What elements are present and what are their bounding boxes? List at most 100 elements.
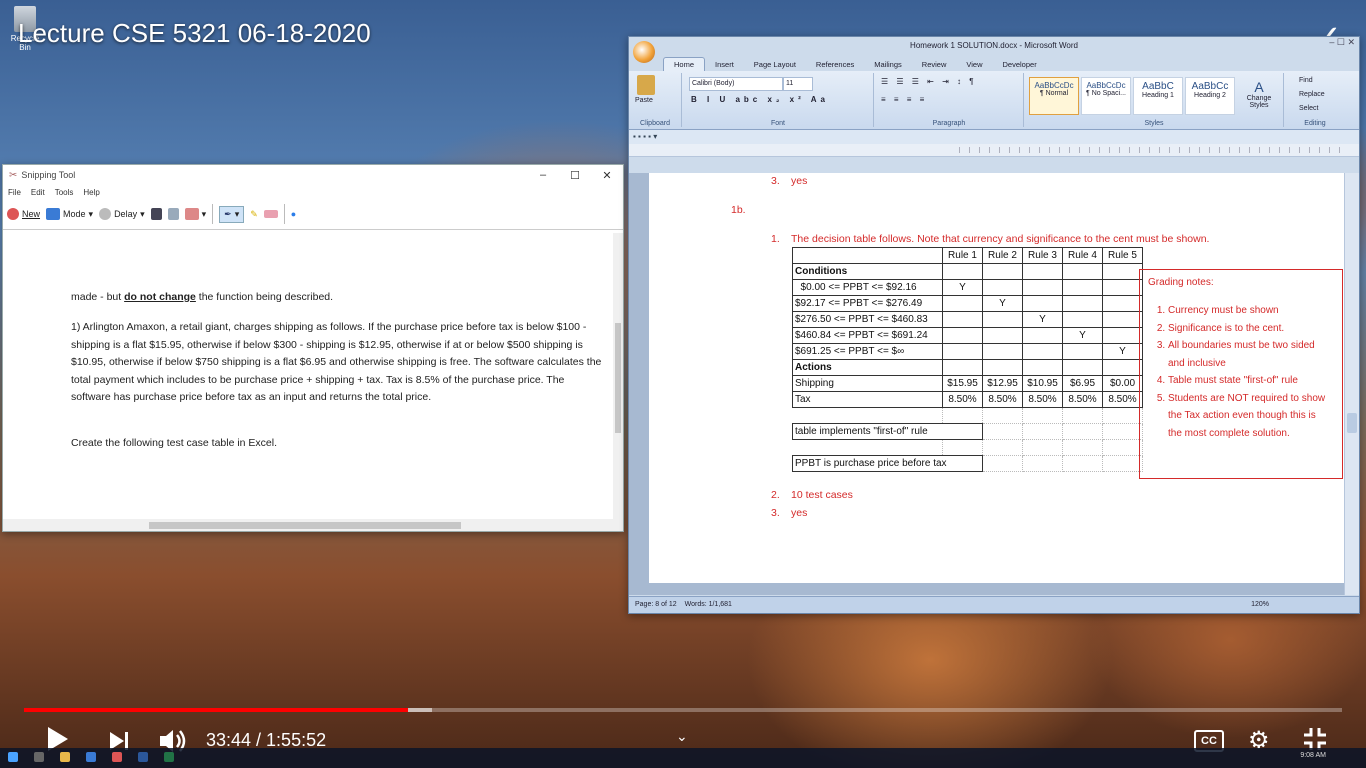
table-header: Rule 3 (1022, 247, 1063, 264)
search-icon[interactable] (34, 752, 44, 762)
table-cell (942, 327, 983, 344)
close-button[interactable]: ✕ (591, 169, 623, 182)
mode-button[interactable]: Mode ▾ (46, 208, 93, 220)
list-number: 3. (771, 507, 780, 519)
style-no-spacing[interactable]: AaBbCcDc ¶ No Spaci... (1081, 77, 1131, 115)
replace-button[interactable]: Replace (1299, 91, 1325, 98)
minimize-button[interactable]: – (527, 169, 559, 182)
status-words[interactable]: Words: 1/1,681 (685, 601, 732, 608)
table-row: Conditions (792, 263, 1143, 280)
font-name-select[interactable]: Calibri (Body) (689, 77, 783, 91)
tab-insert[interactable]: Insert (705, 58, 744, 71)
video-progress-bar[interactable] (24, 708, 1342, 712)
condition-label: $0.00 <= PPBT <= $92.16 (792, 279, 943, 296)
save-snip-button[interactable] (150, 208, 162, 220)
font-size-select[interactable]: 11 (783, 77, 813, 91)
grading-notes-box: Grading notes: Currency must be shown Si… (1139, 269, 1343, 479)
table-cell (1022, 295, 1063, 312)
new-snip-button[interactable]: New (7, 208, 40, 220)
excel-taskbar-icon[interactable] (164, 752, 174, 762)
table-row: $691.25 <= PPBT <= $∞ Y (792, 343, 1143, 360)
new-snip-icon (7, 208, 19, 220)
tab-view[interactable]: View (956, 58, 992, 71)
tab-review[interactable]: Review (912, 58, 957, 71)
eraser-button[interactable] (263, 210, 278, 218)
delay-button[interactable]: Delay ▾ (99, 208, 145, 220)
editing-group: Find Replace Select Editing (1299, 77, 1326, 127)
menu-edit[interactable]: Edit (31, 188, 45, 197)
paint3d-button[interactable]: ● (291, 209, 296, 219)
table-cell (1022, 343, 1063, 360)
tab-developer[interactable]: Developer (993, 58, 1047, 71)
list-number: 1. (771, 233, 780, 245)
grading-item: Significance is to the cent. (1168, 320, 1332, 338)
align-buttons[interactable]: ≡ ≡ ≡ ≡ (881, 95, 927, 104)
maximize-button[interactable]: ☐ (559, 169, 591, 182)
change-styles-button[interactable]: A Change Styles (1241, 79, 1277, 109)
zoom-level[interactable]: 120% (1251, 597, 1269, 613)
style-normal[interactable]: AaBbCcDc ¶ Normal (1029, 77, 1079, 115)
status-page[interactable]: Page: 8 of 12 (635, 601, 677, 608)
paste-icon[interactable] (637, 75, 655, 95)
start-icon[interactable] (8, 752, 18, 762)
quick-access-toolbar[interactable]: ▪ ▪ ▪ ▪ ▾ (629, 130, 1359, 144)
table-cell (1062, 295, 1103, 312)
table-cell (982, 311, 1023, 328)
table-cell: $12.95 (982, 375, 1023, 392)
condition-label: $460.84 <= PPBT <= $691.24 (792, 327, 943, 344)
snip-horizontal-scrollbar[interactable] (3, 519, 623, 531)
taskbar-clock: 9:08 AM (1300, 752, 1326, 759)
tab-mailings[interactable]: Mailings (864, 58, 912, 71)
change-styles-icon: A (1254, 79, 1264, 95)
ribbon: Paste Clipboard Calibri (Body) 11 B I U … (629, 71, 1359, 130)
menu-help[interactable]: Help (83, 188, 99, 197)
tab-page-layout[interactable]: Page Layout (744, 58, 806, 71)
table-cell (1062, 311, 1103, 328)
snip-vertical-scrollbar[interactable] (613, 233, 623, 519)
tab-references[interactable]: References (806, 58, 864, 71)
table-cell: Y (1102, 343, 1143, 360)
file-explorer-icon[interactable] (60, 752, 70, 762)
paragraph-buttons[interactable]: ☰ ☰ ☰ ⇤ ⇥ ↕ ¶ (881, 77, 977, 86)
decision-table: Rule 1 Rule 2 Rule 3 Rule 4 Rule 5 Condi… (792, 247, 1143, 472)
pen-button[interactable]: ✒ ▾ (219, 205, 245, 223)
select-button[interactable]: Select (1299, 105, 1318, 112)
table-row: table implements "first-of" rule (792, 423, 1143, 440)
scissors-icon: ✂ (9, 169, 18, 181)
ruler[interactable] (629, 144, 1359, 157)
style-heading-2[interactable]: AaBbCc Heading 2 (1185, 77, 1235, 115)
table-cell: $0.00 (1102, 375, 1143, 392)
font-format-buttons[interactable]: B I U abc x₂ x² Aa (691, 95, 829, 104)
find-button[interactable]: Find (1299, 77, 1313, 84)
table-cell: $10.95 (1022, 375, 1063, 392)
word-taskbar-icon[interactable] (138, 752, 148, 762)
table-header: Rule 1 (942, 247, 983, 264)
clock-icon (99, 208, 112, 220)
word-window: Homework 1 SOLUTION.docx - Microsoft Wor… (628, 36, 1360, 614)
grading-item: Students are NOT required to show the Ta… (1168, 390, 1332, 443)
send-snip-button[interactable]: ▾ (184, 208, 206, 220)
table-row: Shipping $15.95 $12.95 $10.95 $6.95 $0.0… (792, 375, 1143, 392)
word-vertical-scrollbar[interactable] (1344, 173, 1359, 595)
menu-tools[interactable]: Tools (55, 188, 74, 197)
paste-button[interactable]: Paste (635, 97, 653, 104)
table-cell: $6.95 (1062, 375, 1103, 392)
word-window-controls[interactable]: – ☐ ✕ (1329, 37, 1355, 48)
taskbar-app-icon[interactable] (112, 752, 122, 762)
taskbar-app-icon[interactable] (86, 752, 96, 762)
table-row: Tax 8.50% 8.50% 8.50% 8.50% 8.50% (792, 391, 1143, 408)
office-button-icon[interactable] (633, 41, 655, 63)
table-cell: 8.50% (1062, 391, 1103, 408)
document-area: 3. yes 1b. 1. The decision table follows… (629, 173, 1345, 595)
copy-button[interactable] (167, 208, 179, 220)
highlighter-button[interactable]: ✎ (250, 209, 258, 220)
chevron-down-icon[interactable]: ⌄ (676, 728, 688, 745)
table-cell (1062, 279, 1103, 296)
table-row: PPBT is purchase price before tax (792, 455, 1143, 472)
tab-home[interactable]: Home (663, 57, 706, 71)
table-cell: Y (982, 295, 1023, 312)
table-cell: 8.50% (1022, 391, 1063, 408)
menu-file[interactable]: File (8, 188, 21, 197)
style-heading-1[interactable]: AaBbC Heading 1 (1133, 77, 1183, 115)
table-row: $92.17 <= PPBT <= $276.49 Y (792, 295, 1143, 312)
